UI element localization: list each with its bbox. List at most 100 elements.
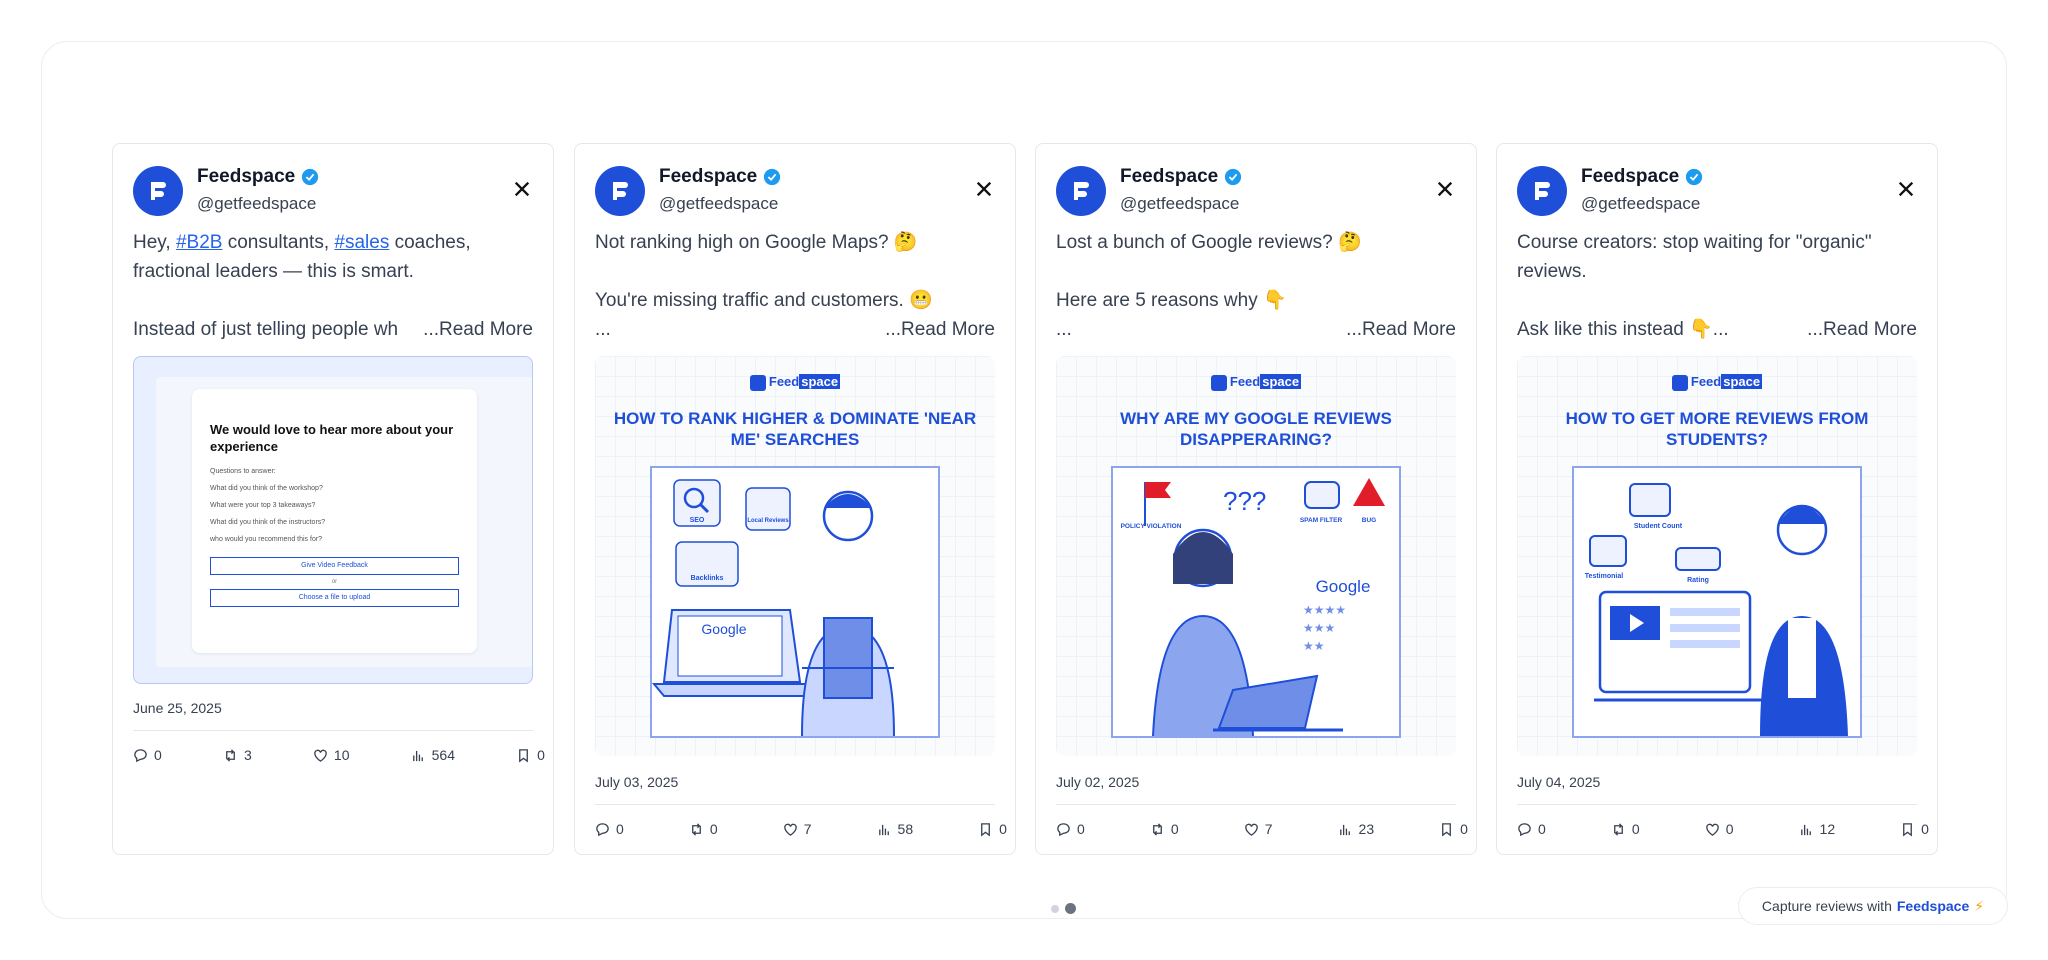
x-logo-icon[interactable] (1436, 180, 1454, 198)
reply-stat[interactable]: 0 (1056, 821, 1085, 837)
feedspace-avatar[interactable] (1517, 166, 1567, 216)
local-reviews-label: Local Reviews (747, 518, 789, 524)
seo-label: SEO (690, 517, 705, 524)
choose-file-button[interactable]: Choose a file to upload (210, 589, 459, 607)
tweet-card-2[interactable]: Feedspace @getfeedspace Not ranking high… (574, 143, 1016, 855)
views-stat[interactable]: 58 (877, 821, 913, 837)
retweet-icon (691, 822, 701, 836)
hashtag-b2b-link[interactable]: #B2B (176, 228, 222, 257)
tweet-card-3[interactable]: Feedspace @getfeedspace Lost a bunch of … (1035, 143, 1477, 855)
tweet-date: July 03, 2025 (595, 774, 679, 790)
views-stat[interactable]: 12 (1799, 821, 1835, 837)
reply-stat[interactable]: 0 (595, 821, 624, 837)
views-icon (412, 750, 423, 761)
bookmark-icon (1903, 822, 1913, 836)
divider (1056, 804, 1456, 805)
reply-stat[interactable]: 0 (133, 747, 162, 763)
retweet-stat[interactable]: 0 (1150, 821, 1179, 837)
feedspace-avatar[interactable] (595, 166, 645, 216)
svg-text:★★★★: ★★★★ (1303, 603, 1346, 617)
infographic-title: HOW TO RANK HIGHER & DOMINATE 'NEAR ME' … (613, 409, 977, 449)
views-icon (878, 824, 889, 835)
feedback-form: We would love to hear more about your ex… (192, 389, 477, 653)
divider (1517, 804, 1917, 805)
tweet-text: Course creators: stop waiting for "organ… (1517, 228, 1917, 344)
bookmark-stat[interactable]: 0 (978, 821, 1007, 837)
views-icon (1800, 824, 1811, 835)
feedspace-brand-link[interactable]: Feedspace (1897, 898, 1969, 914)
testimonial-label: Testimonial (1585, 573, 1623, 580)
infographic: Feed space HOW TO RANK HIGHER & DOMINATE … (595, 356, 995, 756)
read-more-link[interactable]: ...Read More (885, 315, 995, 344)
feedspace-avatar[interactable] (1056, 166, 1106, 216)
verified-badge-icon (764, 168, 781, 186)
x-logo-icon[interactable] (1897, 180, 1915, 198)
like-stat[interactable]: 7 (783, 821, 811, 837)
heart-icon (314, 749, 327, 762)
retweet-icon (226, 748, 235, 762)
bolt-icon: ⚡ (1974, 897, 1985, 914)
tweet-image[interactable]: Feed space HOW TO RANK HIGHER & DOMINATE … (595, 356, 995, 756)
tweet-stats: 0 0 0 12 0 (1517, 821, 1929, 837)
views-stat[interactable]: 564 (411, 747, 455, 763)
views-icon (1339, 824, 1350, 835)
reply-icon (596, 822, 609, 836)
heart-icon (1244, 823, 1258, 836)
rating-label: Rating (1687, 577, 1709, 584)
capture-reviews-badge[interactable]: Capture reviews with Feedspace ⚡ (1738, 887, 2008, 925)
retweet-stat[interactable]: 3 (223, 747, 252, 763)
tweet-date: June 25, 2025 (133, 700, 222, 716)
tweet-stats: 0 0 7 58 0 (595, 821, 1007, 837)
reply-icon (1518, 822, 1531, 836)
svg-text:★★★: ★★★ (1303, 621, 1335, 635)
retweet-stat[interactable]: 0 (1611, 821, 1640, 837)
give-video-feedback-button[interactable]: Give Video Feedback (210, 557, 459, 575)
tweet-card-1[interactable]: Feedspace @getfeedspace Hey, #B2B consul… (112, 143, 554, 855)
reply-icon (134, 748, 147, 762)
pagination-dot-1[interactable] (1051, 904, 1059, 913)
read-more-link[interactable]: ...Read More (423, 315, 533, 344)
hashtag-sales-link[interactable]: #sales (334, 228, 389, 257)
divider (133, 730, 533, 731)
bookmark-icon (981, 822, 991, 836)
spam-filter-label: SPAM FILTER (1300, 517, 1343, 524)
pagination-dot-2[interactable] (1065, 903, 1076, 914)
infographic: Feed space WHY ARE MY GOOGLE REVIEWS DISA… (1056, 356, 1456, 756)
infographic-title: WHY ARE MY GOOGLE REVIEWS DISAPPERARING? (1120, 409, 1392, 449)
feedspace-logo: Feed space (1056, 374, 1456, 391)
tweet-text: Hey, #B2B consultants, #sales coaches, f… (133, 228, 533, 344)
bookmark-icon (1442, 822, 1452, 836)
x-logo-icon[interactable] (975, 180, 993, 198)
feedspace-logo: Feed space (595, 374, 995, 391)
author-name[interactable]: Feedspace (659, 166, 781, 188)
reply-stat[interactable]: 0 (1517, 821, 1546, 837)
bookmark-stat[interactable]: 0 (1900, 821, 1929, 837)
read-more-link[interactable]: ...Read More (1346, 315, 1456, 344)
read-more-link[interactable]: ...Read More (1807, 315, 1917, 344)
bookmark-stat[interactable]: 0 (516, 747, 545, 763)
author-handle[interactable]: @getfeedspace (1581, 194, 1700, 214)
author-name[interactable]: Feedspace (197, 166, 319, 188)
tweet-header: Feedspace @getfeedspace (1517, 164, 1917, 216)
views-stat[interactable]: 23 (1338, 821, 1374, 837)
author-handle[interactable]: @getfeedspace (1120, 194, 1239, 214)
tweet-image[interactable]: We would love to hear more about your ex… (133, 356, 533, 684)
feedspace-avatar[interactable] (133, 166, 183, 216)
tweet-image[interactable]: Feed space HOW TO GET MORE REVIEWS FROM S… (1517, 356, 1917, 756)
divider (595, 804, 995, 805)
tweet-image[interactable]: Feed space WHY ARE MY GOOGLE REVIEWS DISA… (1056, 356, 1456, 756)
like-stat[interactable]: 0 (1705, 821, 1733, 837)
author-name[interactable]: Feedspace (1120, 166, 1242, 188)
tweet-card-4[interactable]: Feedspace @getfeedspace Course creators:… (1496, 143, 1938, 855)
author-handle[interactable]: @getfeedspace (659, 194, 778, 214)
like-stat[interactable]: 7 (1244, 821, 1272, 837)
author-name[interactable]: Feedspace (1581, 166, 1703, 188)
retweet-stat[interactable]: 0 (689, 821, 718, 837)
like-stat[interactable]: 10 (313, 747, 349, 763)
svg-text:★★: ★★ (1303, 639, 1325, 653)
heart-icon (783, 823, 797, 836)
author-handle[interactable]: @getfeedspace (197, 194, 316, 214)
bookmark-stat[interactable]: 0 (1439, 821, 1468, 837)
x-logo-icon[interactable] (513, 180, 531, 198)
feedspace-logo: Feed space (1517, 374, 1917, 391)
